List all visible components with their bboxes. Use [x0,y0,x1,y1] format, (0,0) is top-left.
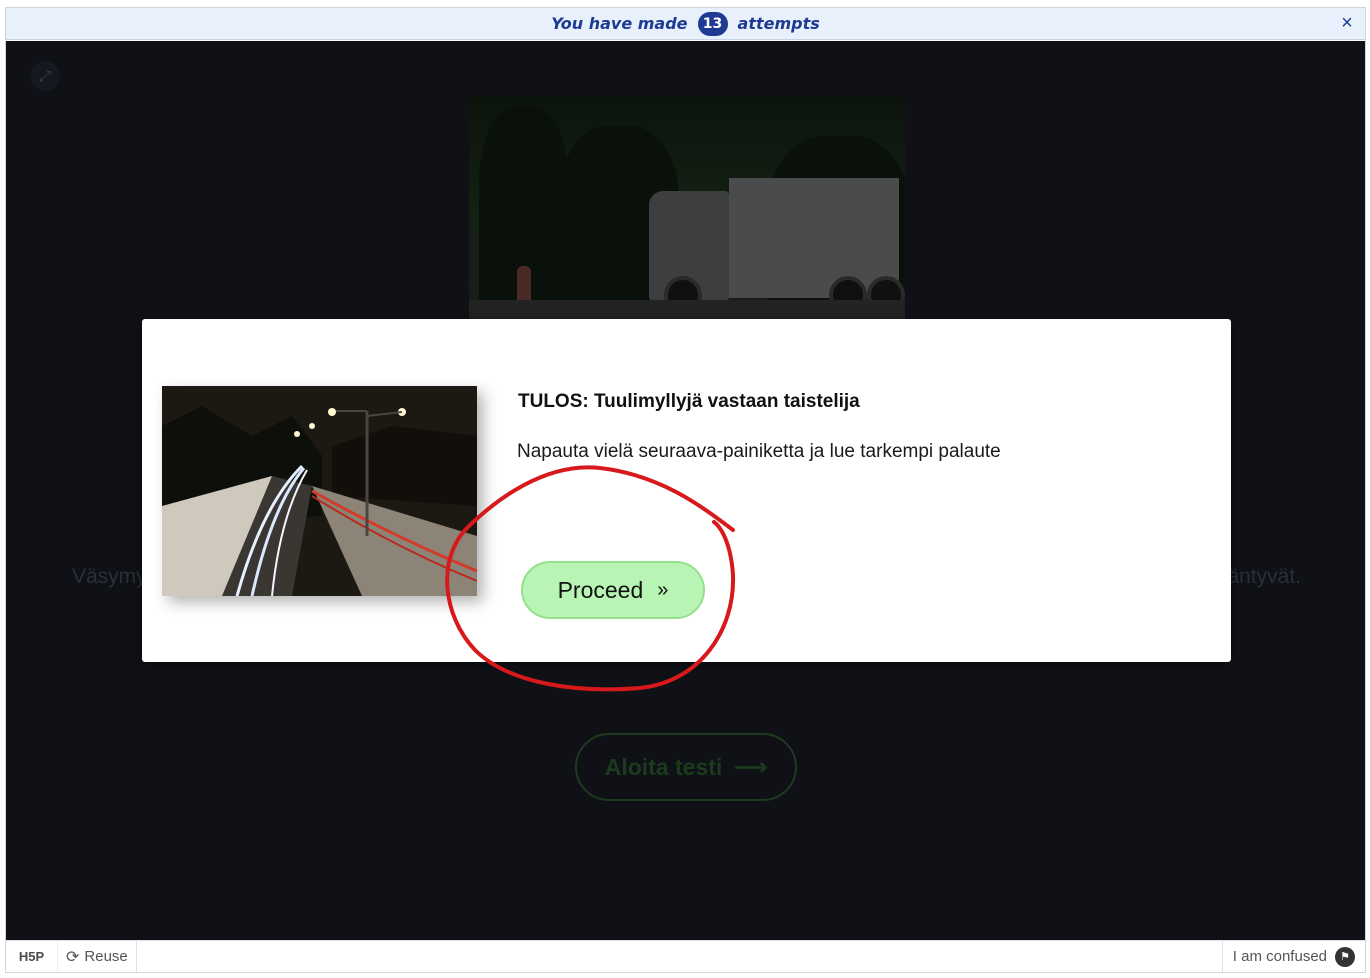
attempts-prefix: You have made [551,14,688,33]
truck-background-image [469,96,905,326]
background-intro-text-right: äntyvät. [1227,565,1301,588]
attempts-suffix: attempts [737,14,820,33]
h5p-frame: You have made 13 attempts × ⤢ Väsymy änt… [5,7,1366,973]
result-title: TULOS: Tuulimyllyjä vastaan taistelija [518,391,860,412]
start-test-button[interactable]: Aloita testi ⟶ [575,733,797,801]
refresh-icon: ⟳ [66,948,80,966]
h5p-logo[interactable]: H5P [6,941,58,972]
background-intro-text-left: Väsymy [72,565,147,588]
night-road-image [162,386,477,596]
result-body-text: Napauta vielä seuraava-painiketta ja lue… [517,441,1001,462]
reuse-button[interactable]: ⟳ Reuse [58,941,137,972]
confused-button[interactable]: I am confused ⚑ [1221,941,1365,972]
arrow-right-icon: ⟶ [734,753,768,780]
start-test-label: Aloita testi [604,753,723,780]
double-chevron-right-icon: » [657,578,669,601]
attempts-count-badge: 13 [697,11,728,36]
reuse-label: Reuse [84,948,128,965]
flag-icon: ⚑ [1335,946,1355,967]
attempts-bar: You have made 13 attempts × [6,8,1365,40]
proceed-label: Proceed [557,576,644,603]
h5p-footer: H5P ⟳ Reuse I am confused ⚑ [6,940,1365,972]
result-dialog: TULOS: Tuulimyllyjä vastaan taistelija N… [142,319,1231,662]
content-stage: ⤢ Väsymy äntyvät. Aloita testi ⟶ TULOS: … [6,41,1365,941]
confused-label: I am confused [1232,948,1327,965]
close-icon[interactable]: × [1335,11,1359,35]
fullscreen-icon[interactable]: ⤢ [30,61,60,91]
proceed-button[interactable]: Proceed » [521,561,705,619]
